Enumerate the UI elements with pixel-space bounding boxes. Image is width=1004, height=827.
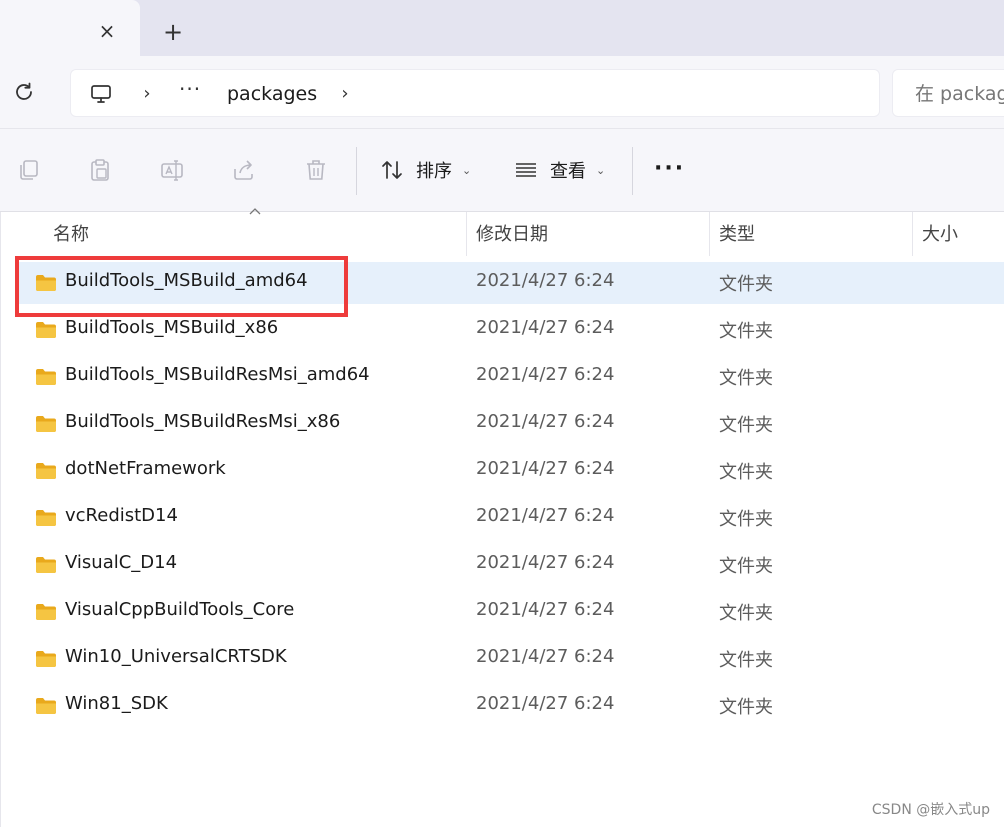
file-modified-date: 2021/4/27 6:24 <box>476 505 615 526</box>
address-bar[interactable]: › ··· packages › <box>70 69 880 117</box>
file-row[interactable]: dotNetFramework 2021/4/27 6:24 文件夹 <box>15 450 1004 492</box>
folder-icon <box>36 369 56 385</box>
sort-label: 排序 <box>416 161 452 182</box>
view-label: 查看 <box>550 161 586 182</box>
folder-icon <box>36 651 56 667</box>
rename-icon[interactable] <box>159 157 185 183</box>
command-divider <box>356 147 357 195</box>
file-name: dotNetFramework <box>65 458 226 479</box>
view-list-icon <box>516 163 536 177</box>
file-row[interactable]: BuildTools_MSBuildResMsi_x86 2021/4/27 6:… <box>15 403 1004 445</box>
paste-icon[interactable] <box>87 157 113 183</box>
file-row[interactable]: BuildTools_MSBuildResMsi_amd64 2021/4/27 … <box>15 356 1004 398</box>
file-type: 文件夹 <box>719 650 773 671</box>
sort-ascending-icon <box>249 208 261 215</box>
file-type: 文件夹 <box>719 697 773 718</box>
file-row[interactable]: VisualC_D14 2021/4/27 6:24 文件夹 <box>15 544 1004 586</box>
share-icon[interactable] <box>231 157 257 183</box>
file-modified-date: 2021/4/27 6:24 <box>476 693 615 714</box>
view-button[interactable]: 查看 ⌄ <box>514 155 605 185</box>
copy-icon[interactable] <box>16 157 42 183</box>
more-options-icon[interactable]: ··· <box>654 157 685 181</box>
tab-close-icon[interactable]: × <box>96 20 118 42</box>
breadcrumb-chevron-icon[interactable]: › <box>139 82 155 106</box>
search-placeholder: 在 packages 中搜索 <box>915 83 1004 105</box>
column-divider[interactable] <box>466 212 467 256</box>
folder-icon <box>36 698 56 714</box>
file-name: Win10_UniversalCRTSDK <box>65 646 287 667</box>
folder-icon <box>36 510 56 526</box>
column-type-header[interactable]: 类型 <box>719 220 755 246</box>
column-divider[interactable] <box>709 212 710 256</box>
file-name: BuildTools_MSBuild_x86 <box>65 317 279 338</box>
chevron-down-icon: ⌄ <box>596 163 606 177</box>
file-name: VisualC_D14 <box>65 552 178 573</box>
folder-icon <box>36 322 56 338</box>
file-modified-date: 2021/4/27 6:24 <box>476 317 615 338</box>
search-input[interactable]: 在 packages 中搜索 <box>892 69 1004 117</box>
file-type: 文件夹 <box>719 321 773 342</box>
file-type: 文件夹 <box>719 274 773 295</box>
watermark: CSDN @嵌入式up <box>871 802 990 818</box>
file-modified-date: 2021/4/27 6:24 <box>476 364 615 385</box>
file-modified-date: 2021/4/27 6:24 <box>476 646 615 667</box>
file-name: vcRedistD14 <box>65 505 178 526</box>
breadcrumb-chevron-icon[interactable]: › <box>337 82 353 106</box>
column-name-header[interactable]: 名称 <box>53 220 89 246</box>
file-list: 名称 修改日期 类型 大小 BuildTools_MSBuild_amd64 20… <box>0 208 1004 827</box>
address-row: › ··· packages › 在 packages 中搜索 <box>0 56 1004 128</box>
file-type: 文件夹 <box>719 415 773 436</box>
sort-icon <box>382 161 402 179</box>
new-tab-icon[interactable]: + <box>160 20 186 46</box>
file-name: Win81_SDK <box>65 693 168 714</box>
column-size-header[interactable]: 大小 <box>922 220 958 246</box>
file-row[interactable]: VisualCppBuildTools_Core 2021/4/27 6:24 文件… <box>15 591 1004 633</box>
column-divider[interactable] <box>912 212 913 256</box>
breadcrumb-current-folder[interactable]: packages <box>227 81 317 107</box>
file-type: 文件夹 <box>719 368 773 389</box>
command-bar: 排序 ⌄ 查看 ⌄ ··· <box>0 128 1004 212</box>
file-name: VisualCppBuildTools_Core <box>65 599 295 620</box>
folder-icon <box>36 557 56 573</box>
column-header: 名称 修改日期 类型 大小 <box>1 208 1004 256</box>
file-row[interactable]: Win10_UniversalCRTSDK 2021/4/27 6:24 文件夹 <box>15 638 1004 680</box>
file-name: BuildTools_MSBuildResMsi_amd64 <box>65 364 370 385</box>
this-pc-icon[interactable] <box>89 82 113 106</box>
file-modified-date: 2021/4/27 6:24 <box>476 411 615 432</box>
tab-current[interactable]: × <box>0 0 140 56</box>
file-row[interactable]: Win81_SDK 2021/4/27 6:24 文件夹 <box>15 685 1004 727</box>
column-date-header[interactable]: 修改日期 <box>476 220 548 246</box>
file-name: BuildTools_MSBuild_amd64 <box>65 270 308 291</box>
file-modified-date: 2021/4/27 6:24 <box>476 552 615 573</box>
folder-icon <box>36 275 56 291</box>
file-modified-date: 2021/4/27 6:24 <box>476 458 615 479</box>
file-modified-date: 2021/4/27 6:24 <box>476 270 615 291</box>
file-modified-date: 2021/4/27 6:24 <box>476 599 615 620</box>
file-type: 文件夹 <box>719 603 773 624</box>
folder-icon <box>36 604 56 620</box>
file-row[interactable]: BuildTools_MSBuild_amd64 2021/4/27 6:24 文件… <box>15 262 1004 304</box>
sort-button[interactable]: 排序 ⌄ <box>380 155 471 185</box>
file-type: 文件夹 <box>719 462 773 483</box>
chevron-down-icon: ⌄ <box>462 163 472 177</box>
folder-icon <box>36 416 56 432</box>
breadcrumb-overflow-icon[interactable]: ··· <box>179 79 201 99</box>
tab-strip: × + <box>0 0 1004 56</box>
refresh-icon[interactable] <box>12 80 36 104</box>
file-row[interactable]: BuildTools_MSBuild_x86 2021/4/27 6:24 文件夹 <box>15 309 1004 351</box>
file-row[interactable]: vcRedistD14 2021/4/27 6:24 文件夹 <box>15 497 1004 539</box>
file-name: BuildTools_MSBuildResMsi_x86 <box>65 411 341 432</box>
delete-icon[interactable] <box>303 157 329 183</box>
folder-icon <box>36 463 56 479</box>
file-type: 文件夹 <box>719 509 773 530</box>
command-divider <box>632 147 633 195</box>
file-type: 文件夹 <box>719 556 773 577</box>
